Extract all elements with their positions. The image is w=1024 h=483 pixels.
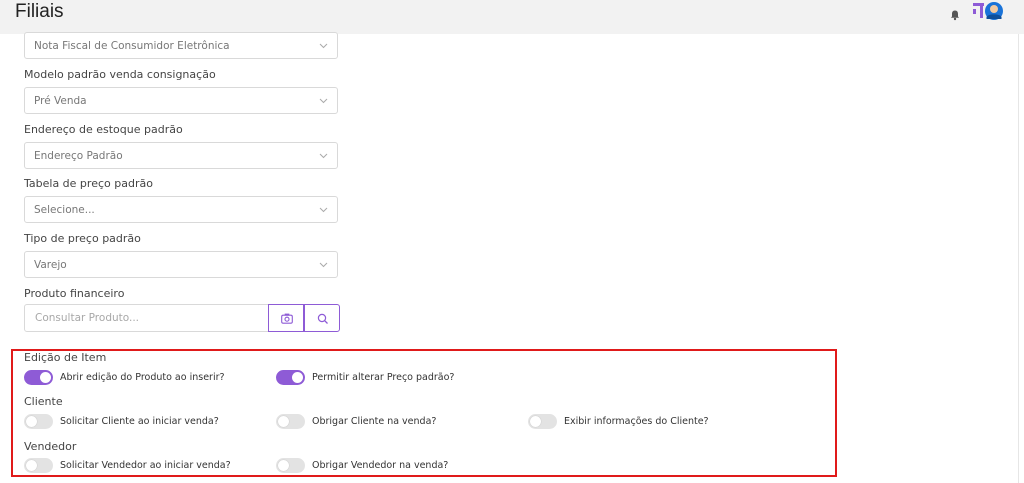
toggle-label: Permitir alterar Preço padrão? — [312, 372, 455, 383]
toggle-label: Exibir informações do Cliente? — [564, 416, 709, 427]
select-modelo-consignacao[interactable]: Pré Venda — [24, 87, 338, 114]
chevron-down-icon — [319, 207, 328, 213]
toggle-obrigar-cliente[interactable] — [276, 414, 305, 429]
section-title-vendedor: Vendedor — [24, 440, 77, 453]
toggle-solicitar-cliente[interactable] — [24, 414, 53, 429]
toggle-knob — [292, 372, 303, 383]
divider — [1018, 34, 1019, 483]
chevron-down-icon — [319, 262, 328, 268]
camera-icon — [281, 313, 293, 324]
field-label: Modelo padrão venda consignação — [24, 68, 216, 81]
toggle-permitir-preco[interactable] — [276, 370, 305, 385]
select-modelo-padrao[interactable]: Nota Fiscal de Consumidor Eletrônica — [24, 32, 338, 59]
toggle-label: Solicitar Vendedor ao iniciar venda? — [60, 460, 231, 471]
select-endereco-estoque[interactable]: Endereço Padrão — [24, 142, 338, 169]
select-tabela-preco[interactable]: Selecione... — [24, 196, 338, 223]
page-title: Filiais — [15, 1, 64, 22]
field-label: Tabela de preço padrão — [24, 177, 153, 190]
select-tipo-preco[interactable]: Varejo — [24, 251, 338, 278]
chevron-down-icon — [319, 153, 328, 159]
highlight-box — [11, 349, 837, 477]
toggle-knob — [26, 460, 37, 471]
produto-search-input[interactable] — [24, 304, 269, 332]
toggle-abrir-edicao[interactable] — [24, 370, 53, 385]
field-label: Produto financeiro — [24, 287, 125, 300]
field-label: Endereço de estoque padrão — [24, 123, 183, 136]
select-value: Endereço Padrão — [34, 150, 123, 162]
user-area[interactable] — [970, 0, 1006, 24]
toggle-label: Abrir edição do Produto ao inserir? — [60, 372, 225, 383]
top-bar: Filiais — [0, 0, 1024, 34]
field-label: Tipo de preço padrão — [24, 232, 141, 245]
toggle-label: Obrigar Vendedor na venda? — [312, 460, 449, 471]
search-icon — [317, 313, 328, 324]
section-title-edicao: Edição de Item — [24, 351, 107, 364]
toggle-label: Obrigar Cliente na venda? — [312, 416, 437, 427]
section-title-cliente: Cliente — [24, 395, 63, 408]
chevron-down-icon — [319, 43, 328, 49]
app-logo — [973, 2, 1003, 20]
camera-button[interactable] — [268, 304, 304, 332]
toggle-solicitar-vendedor[interactable] — [24, 458, 53, 473]
search-button[interactable] — [304, 304, 340, 332]
select-value: Nota Fiscal de Consumidor Eletrônica — [34, 40, 230, 52]
toggle-knob — [26, 416, 37, 427]
toggle-knob — [40, 372, 51, 383]
select-value: Varejo — [34, 259, 67, 271]
toggle-knob — [278, 416, 289, 427]
select-value: Selecione... — [34, 204, 95, 216]
bell-icon[interactable] — [948, 8, 962, 22]
toggle-label: Solicitar Cliente ao iniciar venda? — [60, 416, 219, 427]
select-value: Pré Venda — [34, 95, 87, 107]
toggle-knob — [278, 460, 289, 471]
toggle-obrigar-vendedor[interactable] — [276, 458, 305, 473]
toggle-exibir-cliente[interactable] — [528, 414, 557, 429]
toggle-knob — [530, 416, 541, 427]
chevron-down-icon — [319, 98, 328, 104]
